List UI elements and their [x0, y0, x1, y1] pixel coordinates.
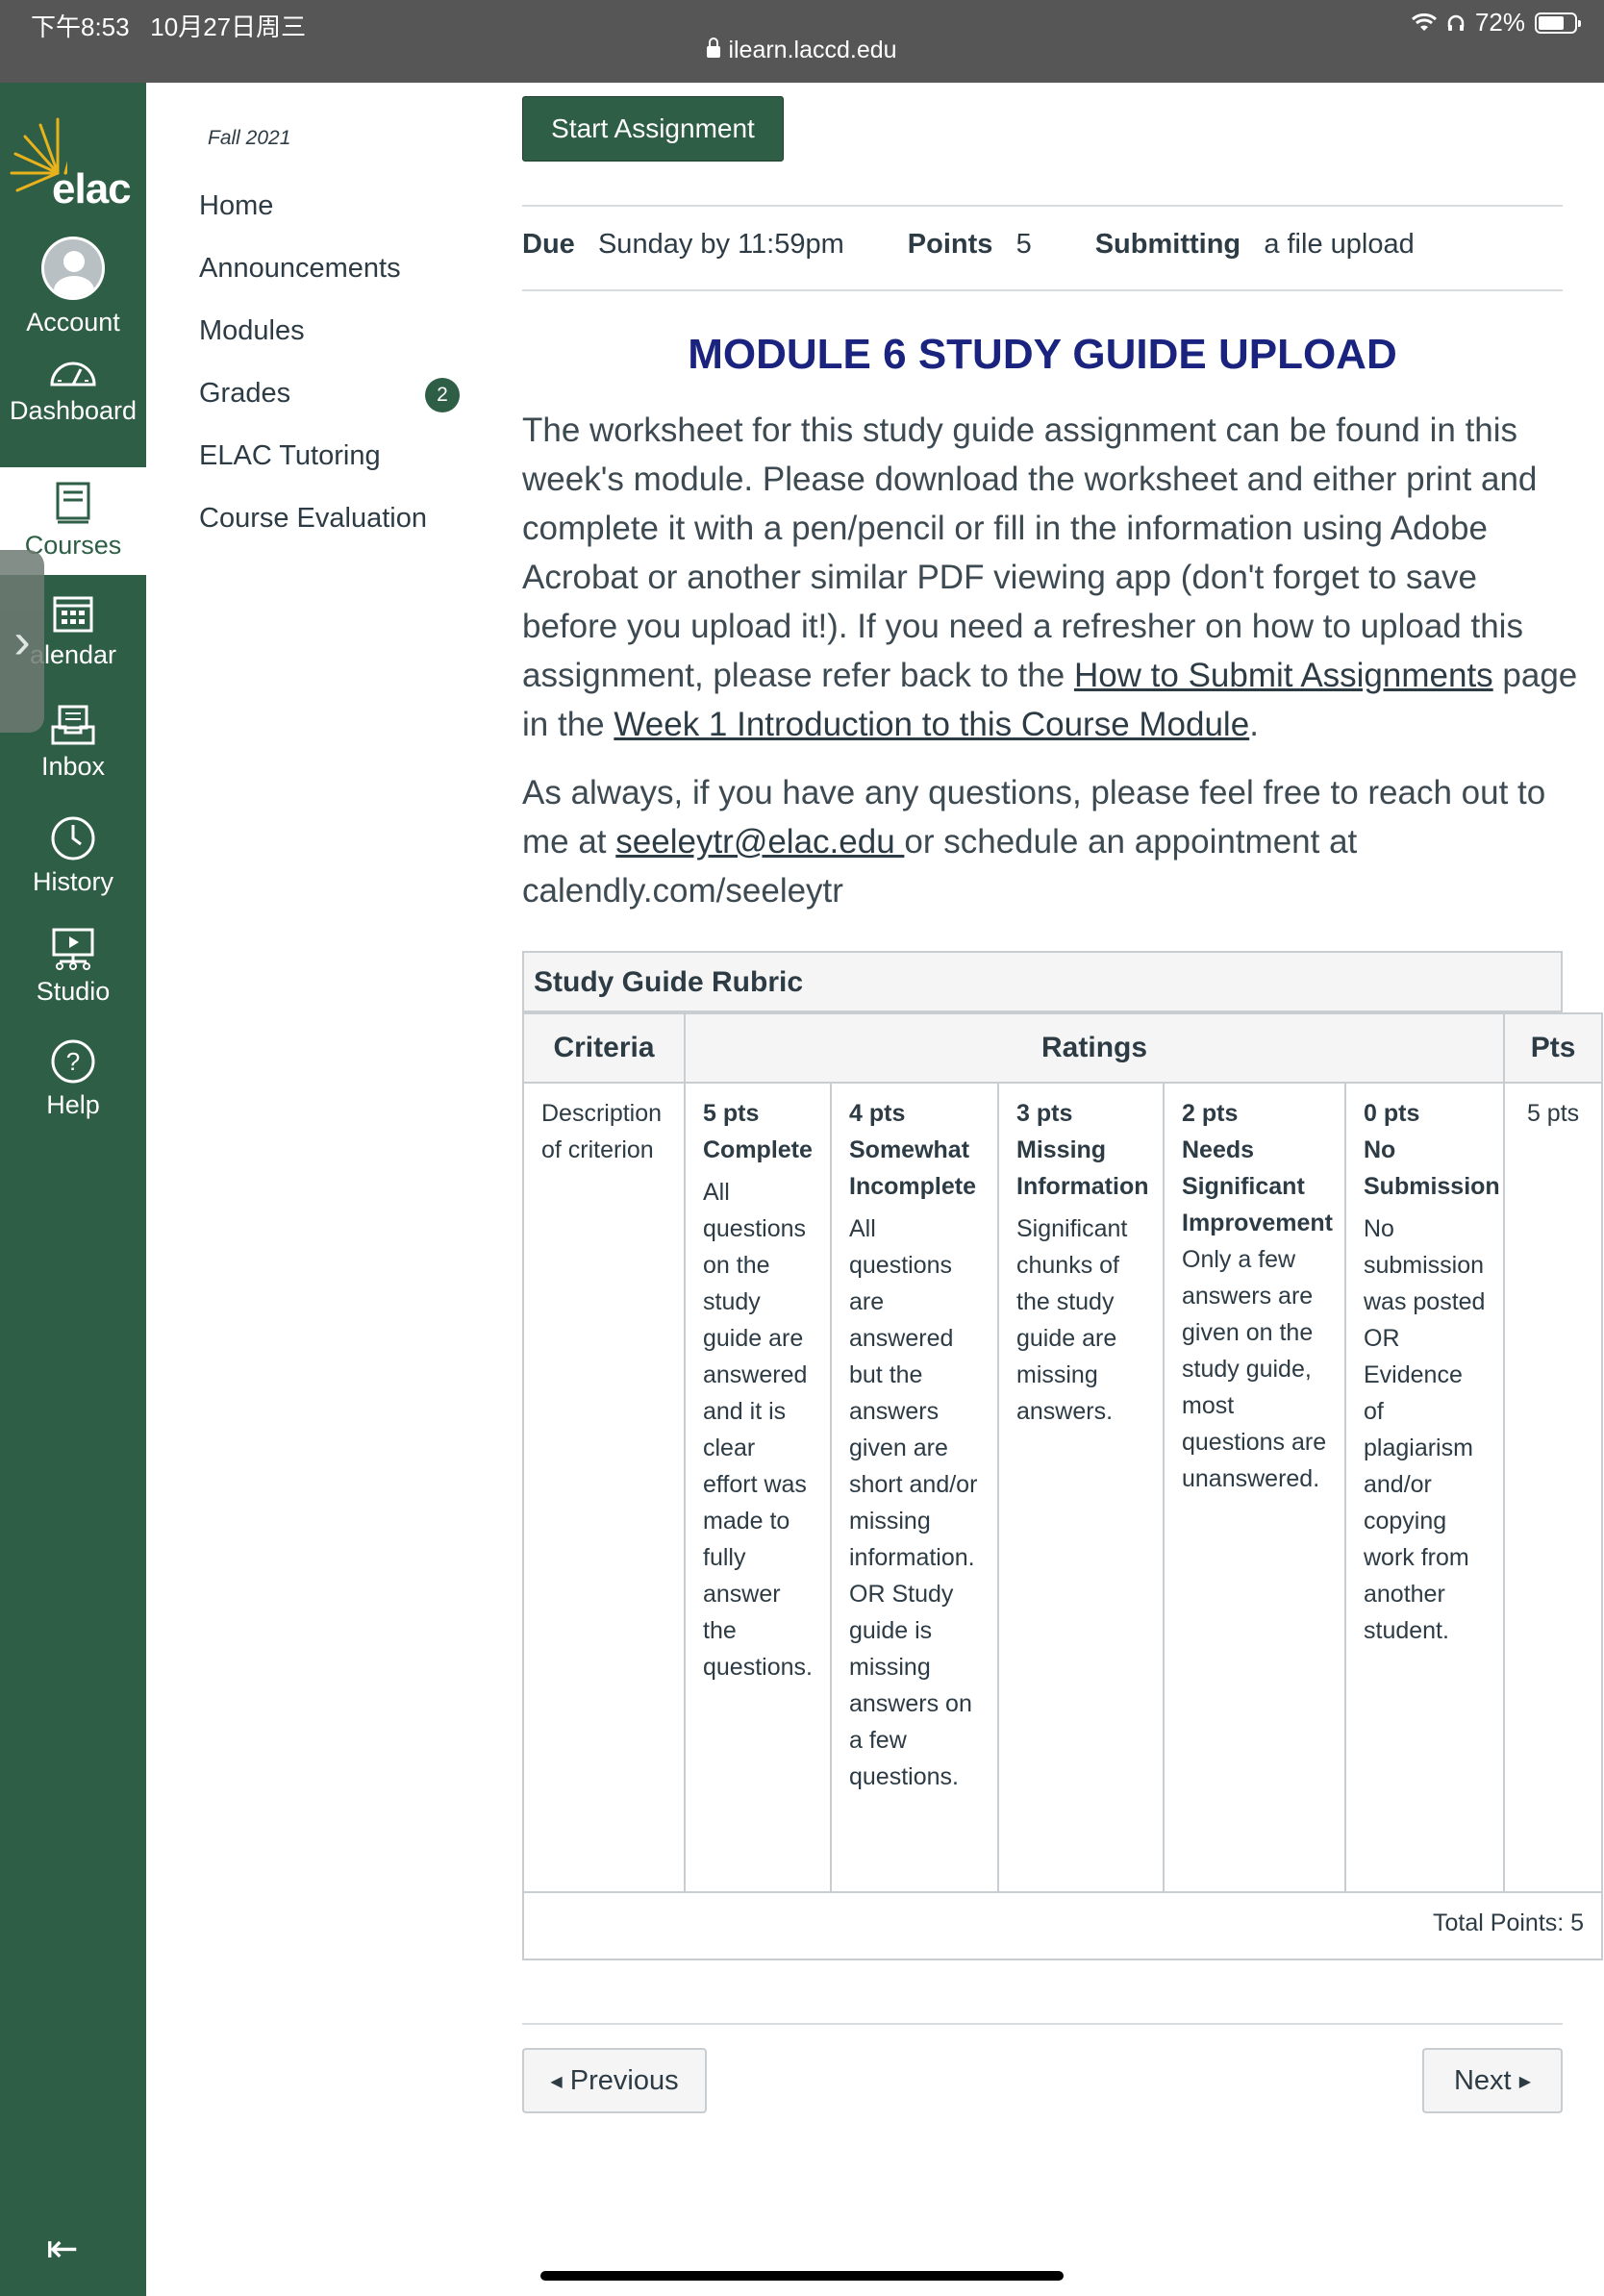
rubric-title: Study Guide Rubric	[522, 951, 1563, 1012]
gnav-help[interactable]: ? Help	[0, 1033, 146, 1140]
course-nav-elac-tutoring[interactable]: ELAC Tutoring	[199, 440, 381, 472]
svg-text:?: ?	[66, 1047, 80, 1076]
logo-text: elac	[52, 165, 132, 212]
collapse-nav-icon[interactable]: ⇤	[46, 2227, 79, 2271]
home-indicator	[540, 2271, 1064, 2281]
gnav-label: Help	[46, 1090, 100, 1119]
gnav-label: Dashboard	[9, 396, 138, 425]
courses-icon	[56, 482, 90, 524]
course-nav-modules[interactable]: Modules	[199, 315, 305, 347]
calendar-icon	[53, 596, 93, 633]
previous-label: Previous	[569, 2065, 679, 2096]
divider	[522, 205, 1563, 207]
help-icon: ?	[51, 1039, 95, 1084]
points-value: 5	[1015, 229, 1032, 260]
gnav-studio[interactable]: Studio	[0, 921, 146, 1029]
gnav-label: History	[32, 867, 113, 896]
pts-header: Pts	[1503, 1012, 1604, 1084]
divider	[522, 2023, 1563, 2025]
caret-left-icon: ◀	[550, 2074, 563, 2090]
submitting-label: Submitting	[1094, 229, 1241, 260]
due-label: Due	[522, 229, 575, 260]
course-nav-announcements[interactable]: Announcements	[199, 253, 401, 285]
gnav-history[interactable]: History	[0, 810, 146, 917]
rubric-table: Criteria Ratings Pts Description of crit…	[521, 1012, 1604, 1960]
studio-icon	[52, 928, 94, 970]
dashboard-icon	[50, 362, 96, 387]
inbox-icon	[51, 705, 95, 745]
submitting-value: a file upload	[1264, 229, 1415, 260]
grades-badge: 2	[425, 378, 460, 412]
ratings-header: Ratings	[683, 1012, 1506, 1084]
previous-button[interactable]: ◀ Previous	[522, 2048, 707, 2113]
contact-paragraph: As always, if you have any questions, pl…	[522, 774, 1546, 910]
assignment-title: MODULE 6 STUDY GUIDE UPLOAD	[688, 331, 1397, 378]
address-bar[interactable]: ilearn.laccd.edu	[0, 37, 1604, 64]
next-label: Next	[1453, 2065, 1512, 2096]
rating-cell: 4 pts Somewhat Incomplete All questions ar…	[830, 1082, 999, 1893]
wifi-icon	[1411, 12, 1437, 31]
gnav-dashboard[interactable]: Dashboard	[0, 246, 146, 425]
battery-percent: 72%	[1474, 8, 1525, 37]
rating-cell: 3 pts Missing Information Significant chun…	[997, 1082, 1165, 1893]
week1-intro-link[interactable]: Week 1 Introduction to this Course Modul…	[614, 706, 1249, 743]
criteria-header: Criteria	[522, 1012, 686, 1084]
rating-cell: 5 pts Complete All questions on the study …	[684, 1082, 832, 1893]
status-indicators: 72%	[1411, 8, 1581, 37]
term-label: Fall 2021	[208, 127, 291, 149]
criterion-description: Description of criterion	[522, 1082, 686, 1893]
battery-icon	[1535, 12, 1581, 34]
rating-cell: 0 pts No Submission No submission was post…	[1343, 1082, 1506, 1893]
rubric-total: Total Points: 5	[521, 1891, 1604, 1960]
due-value: Sunday by 11:59pm	[597, 229, 844, 260]
course-nav-course-evaluation[interactable]: Course Evaluation	[199, 503, 427, 535]
email-link[interactable]: seeleytr@elac.edu	[615, 823, 904, 861]
rating-cell: 2 pts Needs Significant Improvement Only a…	[1163, 1082, 1346, 1893]
headphones-icon	[1447, 14, 1465, 31]
course-nav-home[interactable]: Home	[199, 190, 273, 222]
gnav-label: Studio	[36, 977, 111, 1006]
next-button[interactable]: Next ▶	[1422, 2048, 1563, 2113]
instructions-paragraph: The worksheet for this study guide assig…	[522, 412, 1578, 743]
elac-logo[interactable]: elac	[0, 102, 146, 212]
course-nav-grades[interactable]: Grades	[199, 378, 290, 410]
start-assignment-button[interactable]: Start Assignment	[522, 96, 784, 162]
caret-right-icon: ▶	[1518, 2074, 1531, 2090]
criterion-points: 5 pts	[1503, 1082, 1604, 1893]
side-panel-handle[interactable]: ›	[0, 550, 44, 733]
points-label: Points	[907, 229, 993, 260]
status-bar: 下午8:53 10月27日周三 ilearn.laccd.edu 72%	[0, 0, 1604, 83]
divider	[522, 289, 1563, 291]
lock-icon	[707, 37, 721, 58]
global-nav: elac Account Dashboard Courses alendar I…	[0, 83, 146, 2296]
how-to-submit-link[interactable]: How to Submit Assignments	[1074, 657, 1493, 694]
assignment-details: Due Sunday by 11:59pm Points 5 Submitting …	[522, 229, 1415, 261]
history-icon	[51, 816, 95, 861]
gnav-label: Inbox	[40, 752, 106, 781]
